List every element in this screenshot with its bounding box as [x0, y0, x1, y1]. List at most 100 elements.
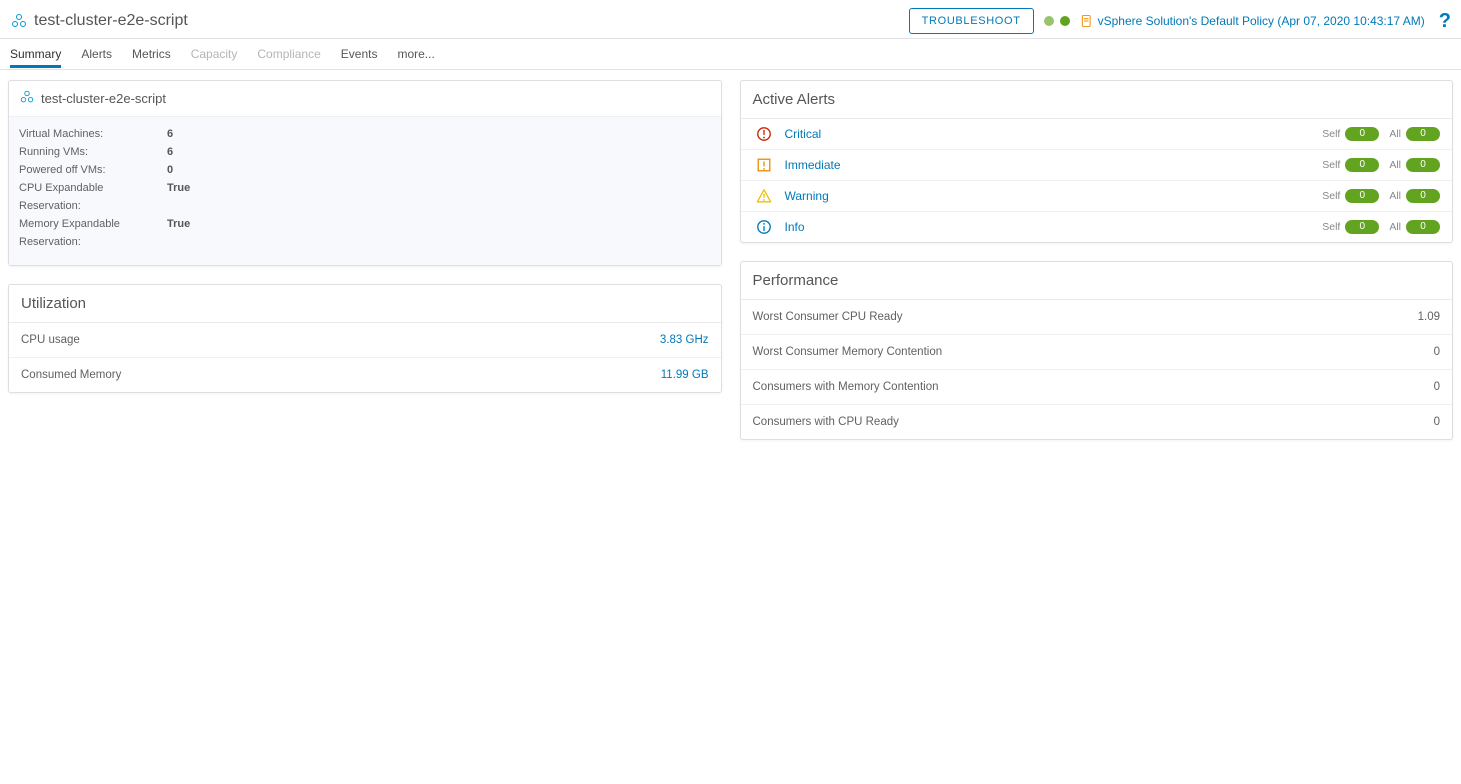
info-key: Powered off VMs:: [19, 161, 159, 179]
info-card-title: test-cluster-e2e-script: [41, 91, 166, 106]
alert-all-group: All 0: [1389, 127, 1440, 141]
alert-row-immediate: ImmediateSelf 0 All 0: [741, 150, 1453, 181]
help-icon[interactable]: ?: [1439, 10, 1451, 33]
content-grid: test-cluster-e2e-script Virtual Machines…: [0, 70, 1461, 450]
performance-label: Consumers with CPU Ready: [753, 416, 1434, 428]
tab-metrics[interactable]: Metrics: [132, 41, 171, 67]
info-row: Virtual Machines: 6: [19, 125, 711, 143]
alert-self-label: Self: [1322, 159, 1340, 171]
alert-self-label: Self: [1322, 221, 1340, 233]
alert-all-count: 0: [1406, 127, 1440, 141]
alert-all-label: All: [1389, 128, 1401, 140]
info-card-header: test-cluster-e2e-script: [9, 81, 721, 116]
alert-self-group: Self 0: [1322, 189, 1379, 203]
status-dot-receiving-icon: [1044, 16, 1054, 26]
performance-title: Performance: [741, 262, 1453, 300]
alert-level-link[interactable]: Warning: [785, 189, 1323, 203]
performance-value: 0: [1434, 381, 1440, 393]
troubleshoot-button[interactable]: TROUBLESHOOT: [909, 8, 1034, 34]
active-alerts-title: Active Alerts: [741, 81, 1453, 119]
alert-rows: CriticalSelf0All0ImmediateSelf0All0Warni…: [741, 119, 1453, 242]
utilization-label: CPU usage: [21, 334, 660, 346]
utilization-rows: CPU usage3.83 GHzConsumed Memory11.99 GB: [9, 323, 721, 392]
page-header: test-cluster-e2e-script TROUBLESHOOT vSp…: [0, 0, 1461, 39]
performance-row[interactable]: Consumers with CPU Ready0: [741, 405, 1453, 439]
performance-row[interactable]: Consumers with Memory Contention0: [741, 370, 1453, 405]
alert-level-link[interactable]: Critical: [785, 127, 1323, 141]
alert-all-count: 0: [1406, 158, 1440, 172]
alert-self-count: 0: [1345, 158, 1379, 172]
info-row: Memory Expandable Reservation:True: [19, 215, 711, 251]
info-key: CPU Expandable Reservation:: [19, 179, 159, 215]
performance-row[interactable]: Worst Consumer CPU Ready1.09: [741, 300, 1453, 335]
performance-value: 1.09: [1418, 311, 1440, 323]
tab-events[interactable]: Events: [341, 41, 378, 67]
utilization-label: Consumed Memory: [21, 369, 661, 381]
info-row: Powered off VMs: 0: [19, 161, 711, 179]
immediate-icon: [753, 157, 775, 173]
alert-self-count: 0: [1345, 127, 1379, 141]
performance-label: Worst Consumer Memory Contention: [753, 346, 1434, 358]
info-value: 0: [167, 161, 173, 179]
alert-all-label: All: [1389, 190, 1401, 202]
title-wrap: test-cluster-e2e-script: [10, 12, 188, 30]
performance-label: Consumers with Memory Contention: [753, 381, 1434, 393]
utilization-row[interactable]: CPU usage3.83 GHz: [9, 323, 721, 358]
alert-self-count: 0: [1345, 189, 1379, 203]
performance-row[interactable]: Worst Consumer Memory Contention0: [741, 335, 1453, 370]
alert-all-group: All 0: [1389, 189, 1440, 203]
info-row: CPU Expandable Reservation:True: [19, 179, 711, 215]
alert-all-group: All 0: [1389, 220, 1440, 234]
tab-more-[interactable]: more...: [397, 41, 434, 67]
left-column: test-cluster-e2e-script Virtual Machines…: [8, 80, 722, 393]
alert-level-link[interactable]: Immediate: [785, 158, 1323, 172]
utilization-value: 11.99 GB: [661, 369, 709, 381]
alert-self-group: Self 0: [1322, 158, 1379, 172]
critical-icon: [753, 126, 775, 142]
policy-text: vSphere Solution's Default Policy (Apr 0…: [1098, 14, 1425, 28]
alert-counts: Self 0 All 0: [1322, 127, 1440, 141]
active-alerts-panel: Active Alerts CriticalSelf0All0Immediate…: [740, 80, 1454, 243]
info-value: 6: [167, 143, 173, 161]
info-value: 6: [167, 125, 173, 143]
cluster-icon: [19, 89, 35, 108]
policy-icon: [1080, 14, 1094, 28]
info-key: Running VMs:: [19, 143, 159, 161]
alert-self-group: Self 0: [1322, 220, 1379, 234]
page-title: test-cluster-e2e-script: [34, 12, 188, 30]
performance-rows: Worst Consumer CPU Ready1.09Worst Consum…: [741, 300, 1453, 439]
utilization-panel: Utilization CPU usage3.83 GHzConsumed Me…: [8, 284, 722, 393]
alert-all-count: 0: [1406, 189, 1440, 203]
info-key: Virtual Machines:: [19, 125, 159, 143]
right-column: Active Alerts CriticalSelf0All0Immediate…: [740, 80, 1454, 440]
info-card: test-cluster-e2e-script Virtual Machines…: [8, 80, 722, 266]
alert-self-label: Self: [1322, 128, 1340, 140]
info-card-body: Virtual Machines:6Running VMs:6Powered o…: [9, 116, 721, 265]
status-dot-health-icon: [1060, 16, 1070, 26]
alert-row-critical: CriticalSelf 0 All 0: [741, 119, 1453, 150]
performance-label: Worst Consumer CPU Ready: [753, 311, 1418, 323]
performance-panel: Performance Worst Consumer CPU Ready1.09…: [740, 261, 1454, 440]
info-row: Running VMs: 6: [19, 143, 711, 161]
alert-all-count: 0: [1406, 220, 1440, 234]
alert-all-label: All: [1389, 159, 1401, 171]
alert-self-label: Self: [1322, 190, 1340, 202]
alert-level-link[interactable]: Info: [785, 220, 1323, 234]
alert-counts: Self 0 All 0: [1322, 158, 1440, 172]
alert-all-group: All 0: [1389, 158, 1440, 172]
tab-summary[interactable]: Summary: [10, 41, 61, 67]
cluster-icon: [10, 12, 28, 30]
performance-value: 0: [1434, 346, 1440, 358]
alert-counts: Self 0 All 0: [1322, 220, 1440, 234]
alert-self-group: Self 0: [1322, 127, 1379, 141]
alert-all-label: All: [1389, 221, 1401, 233]
tab-compliance: Compliance: [257, 41, 320, 67]
utilization-row[interactable]: Consumed Memory11.99 GB: [9, 358, 721, 392]
tab-alerts[interactable]: Alerts: [81, 41, 112, 67]
tabs: SummaryAlertsMetricsCapacityComplianceEv…: [0, 39, 1461, 70]
policy-link[interactable]: vSphere Solution's Default Policy (Apr 0…: [1080, 14, 1425, 28]
alert-self-count: 0: [1345, 220, 1379, 234]
info-value: True: [167, 215, 190, 251]
info-icon: [753, 219, 775, 235]
performance-value: 0: [1434, 416, 1440, 428]
